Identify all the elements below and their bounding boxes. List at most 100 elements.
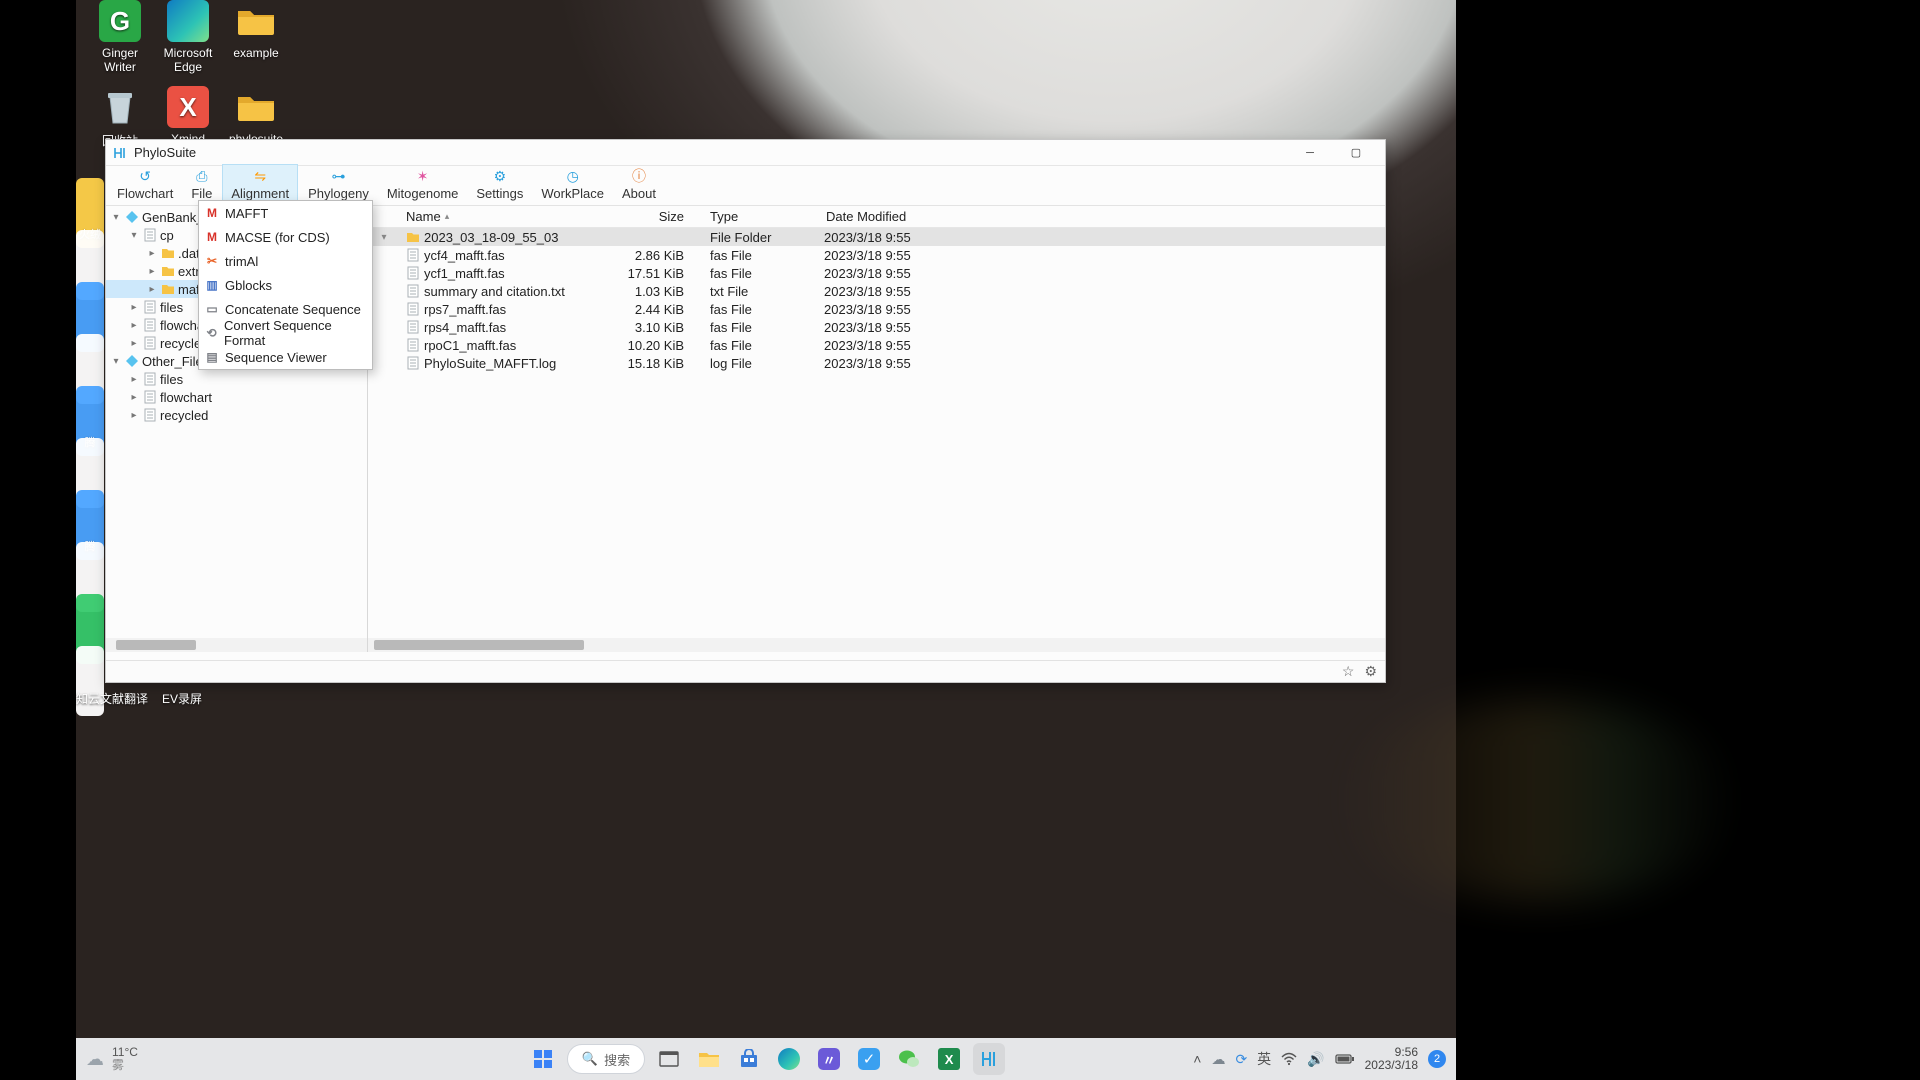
- macse-icon: M: [205, 230, 219, 244]
- column-type[interactable]: Type: [690, 209, 820, 224]
- tree-twisty-icon[interactable]: ▸: [146, 284, 158, 295]
- desktop-icon[interactable]: example: [222, 0, 290, 60]
- list-row[interactable]: rpoC1_mafft.fas 10.20 KiB fas File 2023/…: [368, 336, 1385, 354]
- desktop-icon[interactable]: GGinger Writer: [86, 0, 154, 74]
- dropdown-item-macse[interactable]: MMACSE (for CDS): [199, 225, 372, 249]
- tray-clock[interactable]: 9:56 2023/3/18: [1365, 1046, 1418, 1072]
- taskbar-app-purple[interactable]: 〃: [813, 1043, 845, 1075]
- titlebar[interactable]: PhyloSuite ─ ▢: [106, 140, 1385, 166]
- dropdown-item-convert[interactable]: ⟲Convert Sequence Format: [199, 321, 372, 345]
- desktop-background: GGinger WriterMicrosoft Edgeexample回收站XX…: [0, 0, 1920, 1080]
- menu-phylogeny[interactable]: ⊶Phylogeny: [300, 165, 377, 205]
- menu-label: Settings: [476, 186, 523, 201]
- list-row[interactable]: rps4_mafft.fas 3.10 KiB fas File 2023/3/…: [368, 318, 1385, 336]
- tree-twisty-icon[interactable]: ▸: [128, 338, 140, 349]
- tree-twisty-icon[interactable]: ▸: [128, 302, 140, 313]
- row-date: 2023/3/18 9:55: [820, 338, 960, 353]
- tree-node-label: Other_File: [142, 354, 203, 369]
- taskbar-start[interactable]: [527, 1043, 559, 1075]
- desktop-label[interactable]: EV录屏: [162, 690, 202, 707]
- menu-mitogenome[interactable]: ✶Mitogenome: [379, 165, 467, 205]
- desktop-label[interactable]: 知云文献翻译: [76, 690, 148, 707]
- dropdown-item-mafft[interactable]: MMAFFT: [199, 201, 372, 225]
- tree-node[interactable]: ▸files: [106, 370, 367, 388]
- tray-battery-icon[interactable]: [1335, 1053, 1355, 1065]
- taskbar-explorer[interactable]: [693, 1043, 725, 1075]
- tree-node[interactable]: ▸recycled: [106, 406, 367, 424]
- minimize-button[interactable]: ─: [1287, 140, 1333, 166]
- desktop-icon[interactable]: Microsoft Edge: [154, 0, 222, 74]
- menu-workplace[interactable]: ◷WorkPlace: [533, 165, 612, 205]
- list-row[interactable]: ycf1_mafft.fas 17.51 KiB fas File 2023/3…: [368, 264, 1385, 282]
- taskbar-phylosuite[interactable]: [973, 1043, 1005, 1075]
- column-name[interactable]: Name▴: [400, 209, 600, 224]
- tray-wifi-icon[interactable]: [1281, 1052, 1297, 1066]
- row-size: 3.10 KiB: [600, 320, 690, 335]
- desktop-icon-label: Ginger Writer: [86, 46, 154, 74]
- tray-onedrive-icon[interactable]: ☁: [1211, 1051, 1225, 1068]
- taskbar-app-blue[interactable]: ✓: [853, 1043, 885, 1075]
- tree-twisty-icon[interactable]: ▾: [110, 212, 122, 223]
- tree-horizontal-scrollbar[interactable]: [106, 638, 367, 652]
- row-name: 2023_03_18-09_55_03: [424, 230, 558, 245]
- desktop-icon-label: example: [222, 46, 290, 60]
- tray-ime[interactable]: 英: [1257, 1049, 1271, 1069]
- menu-alignment[interactable]: ⇋Alignment: [222, 164, 298, 205]
- weather-widget[interactable]: ☁ 11°C 雾: [86, 1046, 138, 1071]
- list-row[interactable]: PhyloSuite_MAFFT.log 15.18 KiB log File …: [368, 354, 1385, 372]
- gear-icon[interactable]: ⚙: [1364, 663, 1377, 680]
- row-type: txt File: [690, 284, 820, 299]
- row-date: 2023/3/18 9:55: [820, 284, 960, 299]
- taskbar-taskview[interactable]: [653, 1043, 685, 1075]
- list-row[interactable]: ▾ 2023_03_18-09_55_03 File Folder 2023/3…: [368, 228, 1385, 246]
- file-icon: [406, 266, 420, 280]
- row-type: File Folder: [690, 230, 820, 245]
- taskbar-store[interactable]: [733, 1043, 765, 1075]
- desktop-icon[interactable]: XXmind: [154, 86, 222, 146]
- alignment-dropdown-menu: MMAFFTMMACSE (for CDS)✂trimAl▥Gblocks▭Co…: [198, 200, 373, 370]
- star-icon[interactable]: ☆: [1342, 663, 1355, 680]
- tree-twisty-icon[interactable]: ▸: [128, 410, 140, 421]
- taskbar-search[interactable]: 🔍搜索: [567, 1044, 645, 1074]
- maximize-button[interactable]: ▢: [1333, 140, 1379, 166]
- taskbar-wechat[interactable]: [893, 1043, 925, 1075]
- taskbar-edge[interactable]: [773, 1043, 805, 1075]
- taskbar-excel[interactable]: X: [933, 1043, 965, 1075]
- tree-twisty-icon[interactable]: ▾: [128, 230, 140, 241]
- tree-node-icon: [142, 371, 158, 387]
- workplace-icon: ◷: [564, 167, 582, 185]
- tray-volume-icon[interactable]: 🔊: [1307, 1051, 1324, 1068]
- tree-twisty-icon[interactable]: ▸: [146, 248, 158, 259]
- tree-twisty-icon[interactable]: ▸: [128, 392, 140, 403]
- row-type: fas File: [690, 248, 820, 263]
- file-list-pane[interactable]: Name▴ Size Type Date Modified ▾ 2023_03_…: [368, 206, 1385, 652]
- dropdown-item-trimal[interactable]: ✂trimAl: [199, 249, 372, 273]
- tree-twisty-icon[interactable]: ▸: [146, 266, 158, 277]
- list-row[interactable]: ycf4_mafft.fas 2.86 KiB fas File 2023/3/…: [368, 246, 1385, 264]
- tree-twisty-icon[interactable]: ▸: [128, 320, 140, 331]
- tree-node[interactable]: ▸flowchart: [106, 388, 367, 406]
- desktop-icon[interactable]: phylosuite: [222, 86, 290, 146]
- menu-flowchart[interactable]: ↺Flowchart: [109, 165, 181, 205]
- viewer-icon: ▤: [205, 350, 219, 364]
- dropdown-item-viewer[interactable]: ▤Sequence Viewer: [199, 345, 372, 369]
- menu-file[interactable]: ⎙File: [183, 165, 220, 205]
- tree-node-label: cp: [160, 228, 174, 243]
- list-row[interactable]: rps7_mafft.fas 2.44 KiB fas File 2023/3/…: [368, 300, 1385, 318]
- list-horizontal-scrollbar[interactable]: [368, 638, 1385, 652]
- column-size[interactable]: Size: [600, 209, 690, 224]
- column-date[interactable]: Date Modified: [820, 209, 960, 224]
- tray-chevron-icon[interactable]: ˄: [1193, 1051, 1201, 1067]
- tree-twisty-icon[interactable]: ▾: [110, 356, 122, 367]
- row-name: ycf4_mafft.fas: [424, 248, 505, 263]
- convert-icon: ⟲: [205, 326, 218, 340]
- tree-twisty-icon[interactable]: ▸: [128, 374, 140, 385]
- menu-settings[interactable]: ⚙Settings: [468, 165, 531, 205]
- tray-notification-badge[interactable]: 2: [1428, 1050, 1446, 1068]
- tray-sync-icon[interactable]: ⟳: [1235, 1051, 1247, 1068]
- list-header: Name▴ Size Type Date Modified: [368, 206, 1385, 228]
- list-row[interactable]: summary and citation.txt 1.03 KiB txt Fi…: [368, 282, 1385, 300]
- search-placeholder: 搜索: [604, 1050, 630, 1069]
- dropdown-item-gblocks[interactable]: ▥Gblocks: [199, 273, 372, 297]
- menu-about[interactable]: ⓘAbout: [614, 165, 664, 205]
